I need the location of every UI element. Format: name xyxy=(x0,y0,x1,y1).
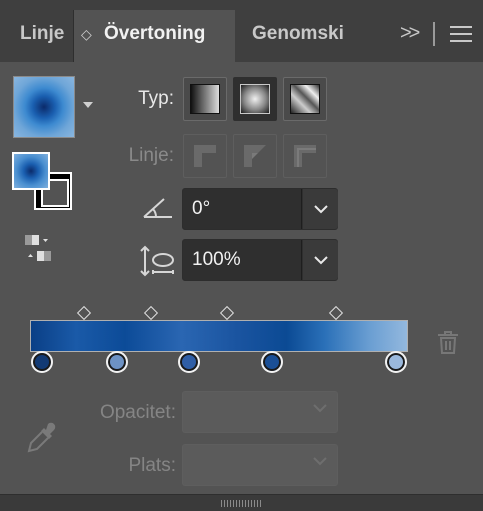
stroke-along-icon xyxy=(244,145,266,167)
radial-gradient-button[interactable] xyxy=(233,77,277,121)
swatch-dropdown-caret-icon[interactable] xyxy=(83,102,93,108)
gradient-stop[interactable] xyxy=(177,351,200,373)
gradient-midpoint[interactable] xyxy=(144,305,159,321)
location-field[interactable] xyxy=(182,444,338,486)
gradient-swatch[interactable] xyxy=(13,76,75,138)
gradient-stop[interactable] xyxy=(106,351,129,373)
angle-icon xyxy=(143,198,172,218)
linear-gradient-button[interactable] xyxy=(183,77,227,121)
stroke-along-button[interactable] xyxy=(233,134,277,178)
tab-linje[interactable]: Linje xyxy=(0,10,74,62)
hamburger-menu-icon[interactable] xyxy=(450,26,472,47)
tab-overtoning-label: Övertoning xyxy=(104,23,206,44)
gradient-midpoint[interactable] xyxy=(328,305,343,321)
opacity-field[interactable] xyxy=(182,391,338,433)
chevron-down-icon xyxy=(313,404,327,413)
angle-field[interactable]: 0° xyxy=(182,188,338,230)
gradient-stop[interactable] xyxy=(31,351,54,373)
trash-icon[interactable] xyxy=(437,330,459,354)
aspect-ratio-dropdown-button[interactable] xyxy=(303,240,338,280)
fill-swatch[interactable] xyxy=(12,152,50,190)
freeform-gradient-icon xyxy=(290,84,320,114)
stroke-within-button[interactable] xyxy=(183,134,227,178)
chevron-down-icon xyxy=(313,255,328,264)
stroke-gradient-label: Linje: xyxy=(128,145,174,166)
location-label: Plats: xyxy=(128,455,176,476)
eyedropper-icon[interactable] xyxy=(24,420,60,456)
stroke-across-icon xyxy=(294,145,316,167)
gradient-midpoint[interactable] xyxy=(219,305,234,321)
chevron-down-icon xyxy=(313,457,327,466)
chevron-down-icon xyxy=(313,204,328,213)
fill-stroke-selector xyxy=(12,152,74,214)
gradient-slider[interactable] xyxy=(30,320,408,352)
tab-genomskinlighet[interactable]: Genomski xyxy=(236,10,354,62)
tab-overtoning[interactable]: ◇ Övertoning xyxy=(74,10,235,62)
double-chevron-right-icon[interactable]: >> xyxy=(400,22,420,45)
panel-resize-bar[interactable] xyxy=(0,494,483,511)
reverse-gradient-icon[interactable] xyxy=(22,232,54,264)
panel-tab-bar: Linje ◇ Övertoning Genomski >> xyxy=(0,0,483,62)
stroke-within-icon xyxy=(194,145,216,167)
aspect-ratio-icon xyxy=(140,245,174,277)
gradient-stop[interactable] xyxy=(384,351,407,373)
linear-gradient-icon xyxy=(190,84,220,114)
resize-grip-icon[interactable] xyxy=(221,500,261,507)
aspect-ratio-value[interactable]: 100% xyxy=(192,240,241,280)
stroke-across-button[interactable] xyxy=(283,134,327,178)
opacity-label: Opacitet: xyxy=(99,402,176,423)
aspect-ratio-field[interactable]: 100% xyxy=(182,239,338,281)
angle-dropdown-button[interactable] xyxy=(303,189,338,229)
tab-divider xyxy=(433,22,435,46)
angle-value[interactable]: 0° xyxy=(192,189,210,229)
type-label: Typ: xyxy=(138,88,174,109)
freeform-gradient-button[interactable] xyxy=(283,77,327,121)
radial-gradient-icon xyxy=(240,84,270,114)
gradient-stop[interactable] xyxy=(260,351,283,373)
sort-arrows-icon: ◇ xyxy=(81,26,92,42)
gradient-midpoint[interactable] xyxy=(76,305,91,321)
